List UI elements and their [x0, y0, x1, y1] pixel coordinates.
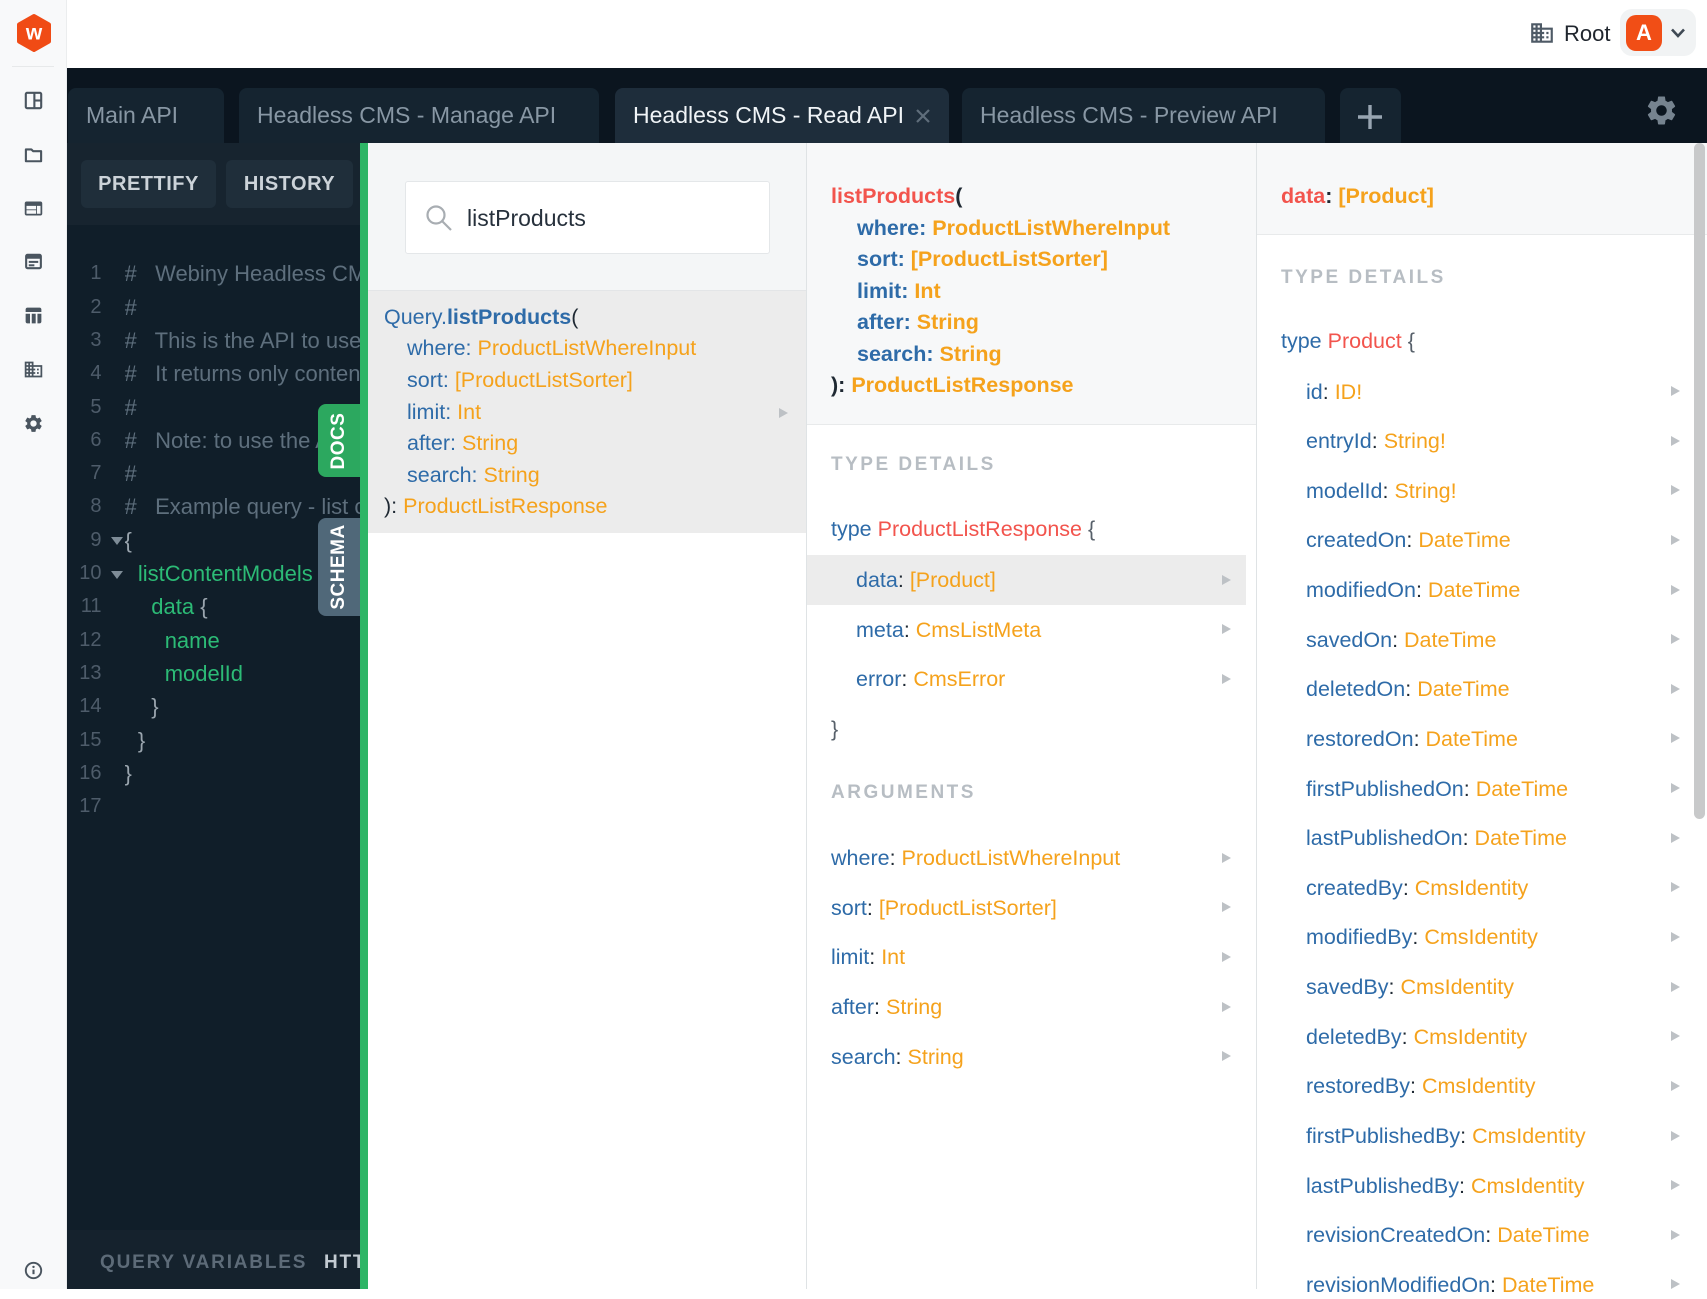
svg-text:w: w — [25, 22, 43, 45]
